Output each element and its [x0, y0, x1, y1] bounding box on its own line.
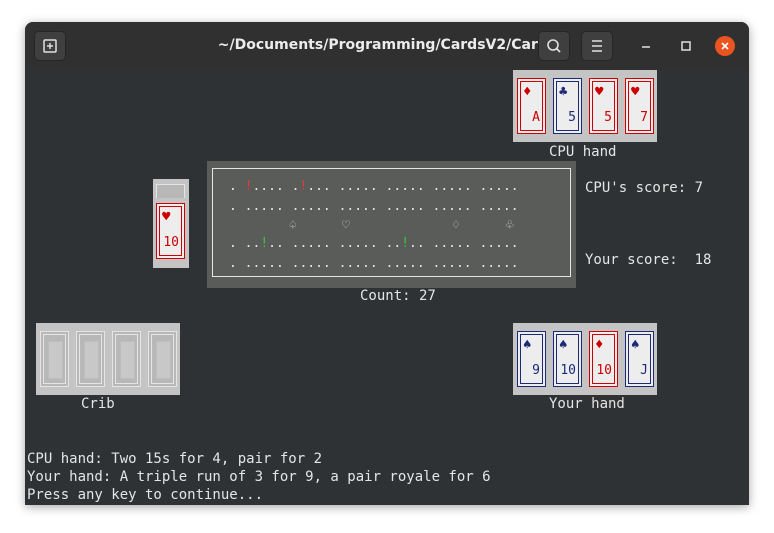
- board-row: . ..!.. ..... ..... ..!.. ..... .....: [229, 236, 519, 251]
- cpu-score: CPU's score: 7: [585, 180, 704, 196]
- hamburger-menu-icon: [592, 40, 602, 52]
- club-outline-icon: ♧: [506, 218, 514, 233]
- board-frame: . !.... .!... ..... ..... ..... ..... . …: [212, 168, 571, 277]
- close-icon: [721, 42, 729, 50]
- card-back: [112, 331, 141, 387]
- minimize-button[interactable]: [636, 36, 656, 56]
- your-score: Your score: 18: [585, 252, 712, 268]
- menu-button[interactable]: [581, 31, 613, 61]
- card-suit: ♥: [631, 84, 640, 100]
- cpu-card: ♣ 5: [553, 78, 582, 134]
- card-rank: 10: [596, 363, 612, 378]
- card-suit: ♠: [523, 337, 532, 353]
- card-rank: 5: [604, 110, 612, 125]
- card-suit: ♣: [559, 84, 568, 100]
- terminal-content[interactable]: ♦ A ♣ 5 ♥ 5 ♥ 7 CPU hand ♥ 10 . !.... .!... .…: [25, 70, 749, 505]
- card-suit: ♠: [631, 337, 640, 353]
- starter-card: ♥ 10: [156, 203, 185, 259]
- board-row: . !.... .!... ..... ..... ..... .....: [229, 179, 519, 194]
- card-back: [40, 331, 69, 387]
- card-back: [148, 331, 177, 387]
- search-button[interactable]: [538, 31, 570, 61]
- board-row: . ..... ..... ..... ..... ..... .....: [229, 256, 519, 271]
- count-label: Count: 27: [360, 288, 436, 304]
- your-card: ♠ 9: [517, 331, 546, 387]
- heart-outline-icon: ♡: [342, 218, 350, 233]
- card-rank: 9: [532, 363, 540, 378]
- your-card: ♠ J: [625, 331, 654, 387]
- card-suit: ♥: [595, 84, 604, 100]
- card-back: [76, 331, 105, 387]
- your-card: ♦ 10: [589, 331, 618, 387]
- terminal-window: ~/Documents/Programming/CardsV2/Cards ♦ …: [25, 22, 749, 505]
- board-row: . ..... ..... ..... ..... ..... .....: [229, 199, 519, 214]
- cpu-card: ♦ A: [517, 78, 546, 134]
- card-rank: 10: [560, 363, 576, 378]
- card-suit: ♠: [559, 337, 568, 353]
- cpu-hand-label: CPU hand: [549, 144, 617, 160]
- deck-back: [156, 184, 185, 198]
- card-rank: J: [640, 363, 648, 378]
- close-button[interactable]: [715, 36, 735, 56]
- your-hand-score-message: Your hand: A triple run of 3 for 9, a pa…: [27, 469, 491, 485]
- your-card: ♠ 10: [553, 331, 582, 387]
- cpu-card: ♥ 7: [625, 78, 654, 134]
- crib-label: Crib: [81, 396, 115, 412]
- cpu-hand: ♦ A ♣ 5 ♥ 5 ♥ 7: [513, 70, 657, 142]
- continue-prompt: Press any key to continue...: [27, 487, 264, 503]
- maximize-button[interactable]: [676, 36, 696, 56]
- your-hand: ♠ 9 ♠ 10 ♦ 10 ♠ J: [513, 323, 657, 395]
- title-bar: ~/Documents/Programming/CardsV2/Cards: [25, 22, 749, 70]
- card-suit: ♥: [162, 209, 171, 225]
- crib: [36, 323, 180, 395]
- spade-outline-icon: ♤: [289, 218, 297, 233]
- cpu-card: ♥ 5: [589, 78, 618, 134]
- diamond-outline-icon: ♢: [452, 218, 460, 233]
- cribbage-board: . !.... .!... ..... ..... ..... ..... . …: [207, 161, 576, 288]
- card-rank: 7: [640, 110, 648, 125]
- minimize-icon: [642, 46, 650, 48]
- starter-card-area: ♥ 10: [153, 179, 189, 268]
- card-rank: 10: [163, 235, 179, 250]
- card-rank: 5: [568, 110, 576, 125]
- maximize-icon: [681, 41, 691, 51]
- card-rank: A: [532, 110, 540, 125]
- search-icon: [547, 39, 561, 53]
- cpu-hand-score-message: CPU hand: Two 15s for 4, pair for 2: [27, 451, 323, 467]
- card-suit: ♦: [523, 84, 532, 100]
- card-suit: ♦: [595, 337, 604, 353]
- your-hand-label: Your hand: [549, 396, 625, 412]
